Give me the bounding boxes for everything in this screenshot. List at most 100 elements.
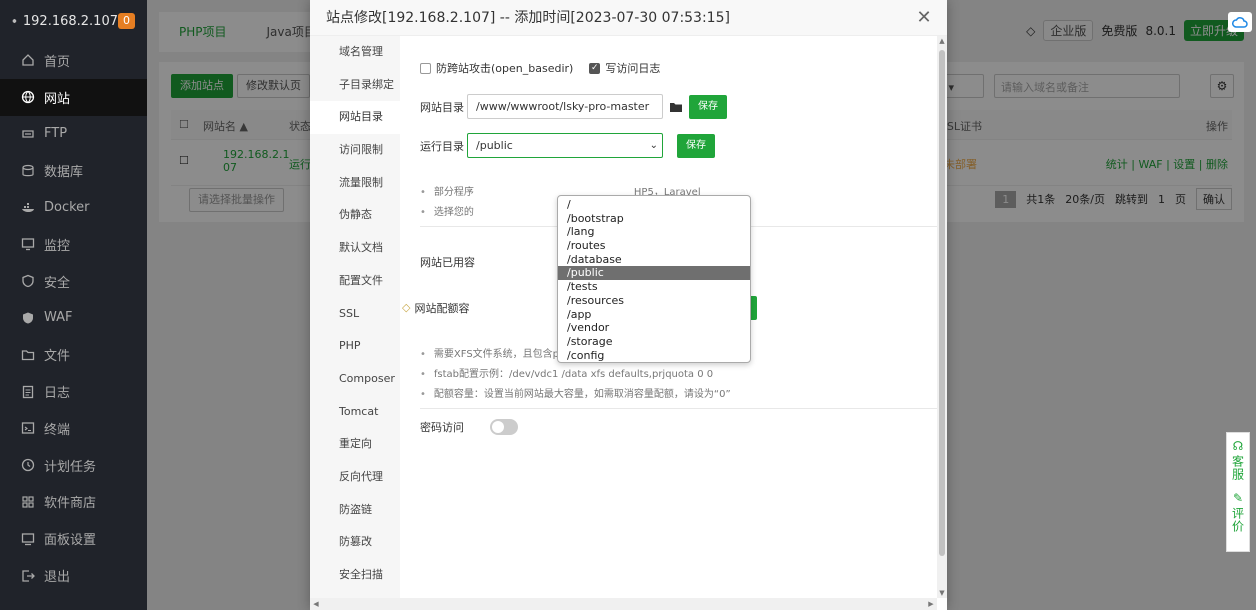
anti-xss-checkbox[interactable] bbox=[420, 62, 431, 74]
dropdown-option[interactable]: /storage bbox=[558, 335, 750, 349]
modal-tab-5[interactable]: 伪静态 bbox=[310, 199, 400, 232]
modal-tab-10[interactable]: Composer bbox=[310, 363, 400, 396]
sidebar-item-4[interactable]: Docker bbox=[0, 189, 147, 226]
save-site-dir-button[interactable]: 保存 bbox=[689, 94, 727, 119]
divider bbox=[420, 408, 937, 409]
database-icon bbox=[20, 163, 36, 179]
folder-icon bbox=[20, 347, 36, 363]
dropdown-option[interactable]: /public bbox=[558, 266, 750, 281]
modal-tab-11[interactable]: Tomcat bbox=[310, 396, 400, 429]
sidebar-item-10[interactable]: 终端 bbox=[0, 410, 147, 447]
sidebar-item-label: 网站 bbox=[44, 91, 71, 107]
site-dir-input[interactable]: /www/wwwroot/lsky-pro-master bbox=[467, 94, 663, 119]
run-dir-select[interactable]: /public ⌄ bbox=[467, 133, 663, 158]
dropdown-option[interactable]: /database bbox=[558, 253, 750, 267]
modal-tab-14[interactable]: 防盗链 bbox=[310, 494, 400, 527]
modal-tab-13[interactable]: 反向代理 bbox=[310, 461, 400, 494]
server-host[interactable]: 192.168.2.107 0 bbox=[0, 0, 147, 42]
monitor-icon bbox=[20, 236, 36, 252]
sidebar-item-13[interactable]: 面板设置 bbox=[0, 520, 147, 557]
scroll-down-icon[interactable]: ▼ bbox=[937, 588, 947, 598]
vertical-scrollbar[interactable]: ▲ ▼ bbox=[937, 36, 947, 598]
ftp-icon bbox=[20, 126, 36, 142]
float-service-panel: ☊ 客服 ✎ 评价 bbox=[1226, 432, 1250, 552]
sidebar: 192.168.2.107 0 首页网站 FTP 数据库 Docker 监控 安全 WAF 文… bbox=[0, 0, 147, 610]
review-button[interactable]: 评价 bbox=[1230, 507, 1247, 533]
terminal-icon bbox=[20, 420, 36, 436]
modal-tab-8[interactable]: SSL bbox=[310, 298, 400, 331]
sidebar-item-2[interactable]: FTP bbox=[0, 116, 147, 153]
grid-icon bbox=[20, 494, 36, 510]
close-icon[interactable]: ✕ bbox=[915, 9, 933, 27]
sidebar-item-label: 软件商店 bbox=[44, 496, 97, 512]
sidebar-item-label: 数据库 bbox=[44, 165, 84, 181]
hint-select: 选择您的 bbox=[420, 203, 474, 218]
modal-tab-16[interactable]: 安全扫描 bbox=[310, 559, 400, 592]
dropdown-option[interactable]: / bbox=[558, 198, 750, 212]
dropdown-option[interactable]: /vendor bbox=[558, 321, 750, 335]
docker-icon bbox=[20, 200, 36, 216]
scroll-thumb[interactable] bbox=[939, 50, 945, 556]
sidebar-item-12[interactable]: 软件商店 bbox=[0, 484, 147, 521]
modal-tab-15[interactable]: 防篡改 bbox=[310, 526, 400, 559]
dropdown-option[interactable]: /routes bbox=[558, 239, 750, 253]
service-button[interactable]: 客服 bbox=[1230, 455, 1247, 481]
sidebar-item-3[interactable]: 数据库 bbox=[0, 152, 147, 189]
sidebar-item-0[interactable]: 首页 bbox=[0, 42, 147, 79]
modal-tab-9[interactable]: PHP bbox=[310, 330, 400, 363]
scroll-up-icon[interactable]: ▲ bbox=[937, 36, 947, 46]
password-access-label: 密码访问 bbox=[420, 421, 464, 434]
sidebar-item-9[interactable]: 日志 bbox=[0, 373, 147, 410]
site-dir-row: 网站目录 /www/wwwroot/lsky-pro-master 保存 bbox=[420, 94, 727, 119]
sidebar-item-8[interactable]: 文件 bbox=[0, 336, 147, 373]
scroll-right-icon[interactable]: ▶ bbox=[925, 598, 937, 610]
folder-icon[interactable] bbox=[669, 101, 683, 113]
option-row: 防跨站攻击(open_basedir) 写访问日志 bbox=[420, 60, 660, 76]
scroll-left-icon[interactable]: ◀ bbox=[310, 598, 322, 610]
horizontal-scrollbar[interactable]: ◀ ▶ bbox=[310, 598, 937, 610]
logout-icon bbox=[20, 568, 36, 584]
dropdown-option[interactable]: /config bbox=[558, 349, 750, 363]
modal-tab-4[interactable]: 流量限制 bbox=[310, 167, 400, 200]
sidebar-item-7[interactable]: WAF bbox=[0, 300, 147, 337]
settings-icon bbox=[20, 531, 36, 547]
dropdown-option[interactable]: /resources bbox=[558, 294, 750, 308]
dropdown-option[interactable]: /app bbox=[558, 308, 750, 322]
password-access-toggle[interactable] bbox=[490, 419, 518, 435]
hint-program-text: 部分程序 bbox=[433, 187, 474, 198]
sidebar-item-label: Docker bbox=[44, 200, 90, 216]
modal-tab-7[interactable]: 配置文件 bbox=[310, 265, 400, 298]
waf-icon bbox=[20, 310, 36, 326]
diamond-icon: ◇ bbox=[402, 301, 411, 314]
dropdown-option[interactable]: /lang bbox=[558, 225, 750, 239]
dropdown-option[interactable]: /bootstrap bbox=[558, 212, 750, 226]
globe-icon bbox=[20, 89, 36, 105]
access-log-label: 写访问日志 bbox=[605, 62, 661, 75]
modal-tab-3[interactable]: 访问限制 bbox=[310, 134, 400, 167]
modal-tab-0[interactable]: 域名管理 bbox=[310, 36, 400, 69]
dropdown-option[interactable]: /tests bbox=[558, 280, 750, 294]
notification-badge[interactable]: 0 bbox=[118, 13, 135, 29]
cloud-icon[interactable] bbox=[1228, 12, 1252, 32]
save-run-dir-button[interactable]: 保存 bbox=[677, 133, 715, 158]
shield-icon bbox=[20, 273, 36, 289]
clock-icon bbox=[20, 457, 36, 473]
sidebar-item-11[interactable]: 计划任务 bbox=[0, 447, 147, 484]
modal-tab-2[interactable]: 网站目录 bbox=[310, 101, 400, 135]
sidebar-item-14[interactable]: 退出 bbox=[0, 557, 147, 594]
hint-fstab: fstab配置示例：/dev/vdc1 /data xfs defaults,p… bbox=[420, 365, 713, 380]
quota-label: 网站配额容 bbox=[414, 301, 470, 315]
run-dir-dropdown: //bootstrap/lang/routes/database/public /… bbox=[557, 195, 751, 363]
sidebar-item-6[interactable]: 安全 bbox=[0, 263, 147, 300]
access-log-checkbox[interactable] bbox=[589, 62, 601, 74]
sidebar-item-1[interactable]: 网站 bbox=[0, 78, 147, 116]
run-dir-row: 运行目录 /public ⌄ 保存 bbox=[420, 133, 715, 158]
modal-tab-12[interactable]: 重定向 bbox=[310, 428, 400, 461]
sidebar-item-label: 首页 bbox=[44, 54, 71, 70]
modal-tab-6[interactable]: 默认文档 bbox=[310, 232, 400, 265]
run-dir-label: 运行目录 bbox=[420, 139, 464, 153]
edit-icon: ✎ bbox=[1232, 491, 1244, 505]
modal-title: 站点修改[192.168.2.107] -- 添加时间[2023-07-30 0… bbox=[310, 0, 947, 36]
modal-tab-1[interactable]: 子目录绑定 bbox=[310, 69, 400, 102]
sidebar-item-5[interactable]: 监控 bbox=[0, 226, 147, 263]
